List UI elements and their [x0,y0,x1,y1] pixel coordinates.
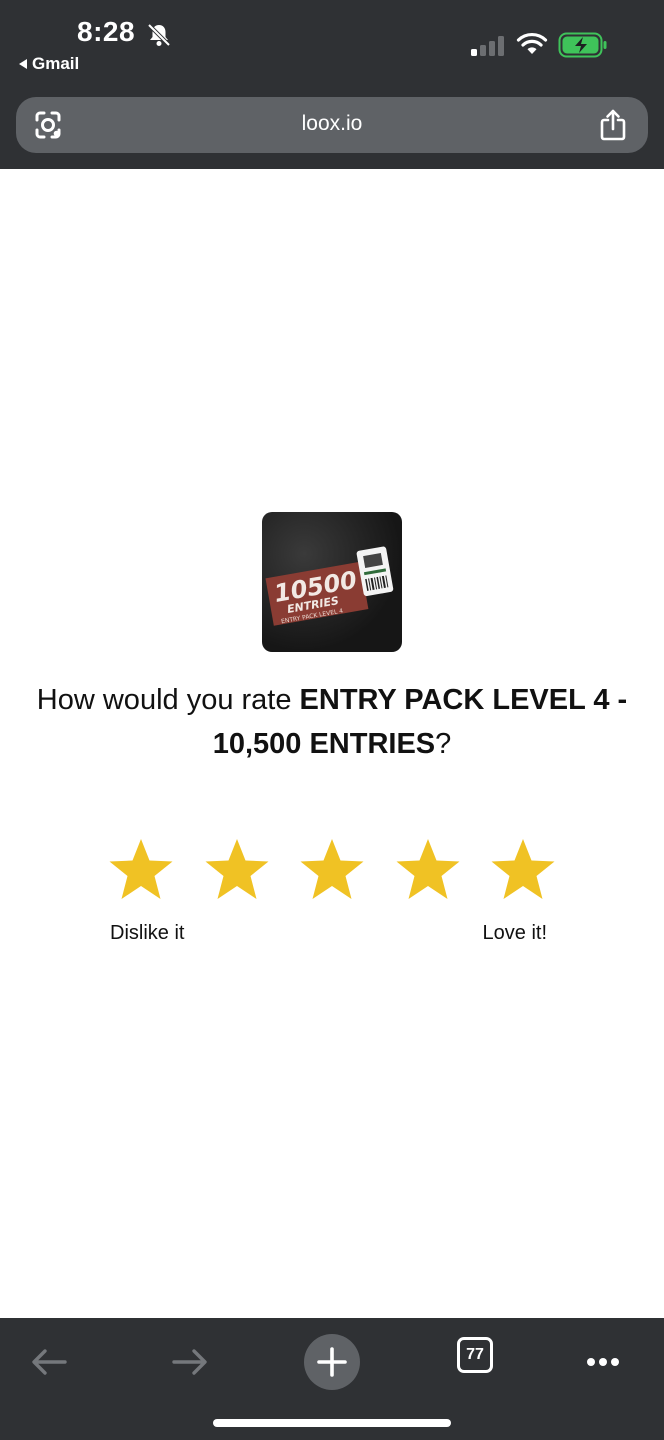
arrow-left-icon [32,1349,67,1375]
scale-low-label: Dislike it [110,922,185,944]
rating-question: How would you rate ENTRY PACK LEVEL 4 - … [20,678,644,766]
signal-icon [471,36,504,56]
back-to-app-link[interactable]: Gmail [19,54,79,74]
star-5-icon[interactable] [490,838,556,902]
battery-charging-icon [558,32,607,58]
home-indicator[interactable] [213,1419,451,1427]
url-text[interactable]: loox.io [16,112,648,136]
tab-switcher-button[interactable]: 77 [457,1337,493,1373]
product-image: 10500 ENTRIES ENTRY PACK LEVEL 4 [262,512,402,652]
star-4-icon[interactable] [395,838,461,902]
plus-icon [304,1334,360,1390]
scale-high-label: Love it! [482,922,547,944]
back-caret-icon [19,59,27,69]
address-bar[interactable]: loox.io [16,97,648,153]
forward-button[interactable] [162,1334,218,1390]
back-button[interactable] [21,1334,77,1390]
arrow-right-icon [172,1349,207,1375]
status-time: 8:28 [77,16,136,47]
browser-top-chrome: 8:28 Gmail loox.io [0,0,664,169]
question-prefix: How would you rate [36,684,300,716]
product-artwork: 10500 ENTRIES ENTRY PACK LEVEL 4 [265,546,394,626]
share-icon[interactable] [598,108,628,142]
back-app-label: Gmail [32,54,80,73]
new-tab-button[interactable] [304,1334,360,1390]
star-3-icon[interactable] [299,838,365,902]
star-rating [108,838,556,902]
bell-off-icon [147,23,171,47]
question-suffix: ? [435,728,452,760]
star-1-icon[interactable] [108,838,174,902]
wifi-icon [516,33,548,54]
star-2-icon[interactable] [204,838,270,902]
more-menu-button[interactable] [575,1334,631,1390]
more-dots-icon [587,1358,619,1366]
